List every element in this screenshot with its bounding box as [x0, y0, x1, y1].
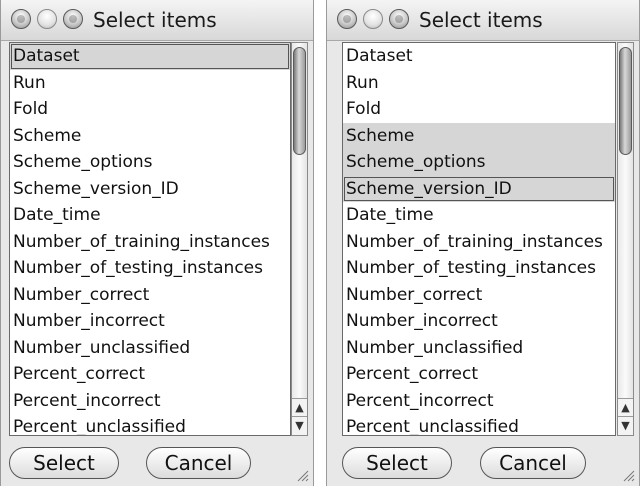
list-item[interactable]: Fold — [343, 96, 615, 123]
close-window-button[interactable] — [11, 9, 31, 29]
cancel-button[interactable]: Cancel — [146, 447, 251, 479]
list-item[interactable]: Scheme_options — [10, 149, 290, 176]
list-item[interactable]: Percent_unclassified — [10, 414, 290, 435]
list-item[interactable]: Date_time — [10, 202, 290, 229]
items-list[interactable]: Dataset Run Fold Scheme Scheme_options Scheme… — [342, 42, 616, 436]
list-item[interactable]: Run — [10, 70, 290, 97]
vertical-scrollbar[interactable]: ▲ ▼ — [617, 42, 634, 436]
list-item[interactable]: Number_unclassified — [343, 335, 615, 362]
items-list[interactable]: Dataset Run Fold Scheme Scheme_options Scheme… — [9, 42, 291, 436]
list-item[interactable]: Percent_correct — [10, 361, 290, 388]
list-item[interactable]: Scheme_version_ID — [10, 176, 290, 203]
scroll-down-arrow-icon[interactable]: ▼ — [618, 416, 633, 435]
list-item[interactable]: Number_of_training_instances — [10, 229, 290, 256]
vertical-scrollbar[interactable]: ▲ ▼ — [291, 42, 308, 436]
list-item[interactable]: Dataset — [343, 43, 615, 70]
resize-grip-icon[interactable] — [295, 468, 309, 482]
zoom-window-button[interactable] — [63, 9, 83, 29]
minimize-window-button[interactable] — [363, 9, 383, 29]
list-item[interactable]: Percent_correct — [343, 361, 615, 388]
resize-grip-icon[interactable] — [621, 468, 635, 482]
list-item[interactable]: Number_incorrect — [343, 308, 615, 335]
cancel-button[interactable]: Cancel — [480, 447, 586, 479]
close-window-button[interactable] — [337, 9, 357, 29]
list-item[interactable]: Number_correct — [10, 282, 290, 309]
window-title: Select items — [419, 8, 543, 32]
scroll-down-arrow-icon[interactable]: ▼ — [292, 416, 307, 435]
scroll-up-arrow-icon[interactable]: ▲ — [618, 398, 633, 417]
window-title: Select items — [93, 8, 217, 32]
list-item[interactable]: Number_of_training_instances — [343, 229, 615, 256]
title-bar[interactable]: Select items — [327, 0, 639, 41]
list-item[interactable]: Percent_incorrect — [10, 388, 290, 415]
scroll-up-arrow-icon[interactable]: ▲ — [292, 398, 307, 417]
select-items-dialog-left: Select items Dataset Run Fold Scheme Scheme_… — [0, 0, 314, 486]
list-item[interactable]: Number_unclassified — [10, 335, 290, 362]
list-item[interactable]: Scheme — [343, 122, 615, 149]
list-item[interactable]: Date_time — [343, 202, 615, 229]
list-item[interactable]: Number_of_testing_instances — [10, 255, 290, 282]
scrollbar-thumb[interactable] — [619, 47, 632, 155]
select-items-dialog-right: Select items Dataset Run Fold Scheme Scheme_… — [326, 0, 640, 486]
list-item[interactable]: Number_of_testing_instances — [343, 255, 615, 282]
list-item[interactable]: Scheme_options — [343, 149, 615, 176]
list-item[interactable]: Scheme_version_ID — [343, 175, 615, 202]
scrollbar-thumb[interactable] — [293, 47, 306, 155]
select-button[interactable]: Select — [342, 447, 452, 479]
title-bar[interactable]: Select items — [1, 0, 313, 41]
list-item[interactable]: Number_incorrect — [10, 308, 290, 335]
list-item[interactable]: Scheme — [10, 123, 290, 150]
list-item[interactable]: Run — [343, 70, 615, 97]
list-item[interactable]: Number_correct — [343, 282, 615, 309]
zoom-window-button[interactable] — [389, 9, 409, 29]
minimize-window-button[interactable] — [37, 9, 57, 29]
list-item[interactable]: Dataset — [10, 43, 290, 70]
list-item[interactable]: Fold — [10, 96, 290, 123]
list-item[interactable]: Percent_unclassified — [343, 414, 615, 435]
list-item[interactable]: Percent_incorrect — [343, 388, 615, 415]
select-button[interactable]: Select — [9, 447, 119, 479]
